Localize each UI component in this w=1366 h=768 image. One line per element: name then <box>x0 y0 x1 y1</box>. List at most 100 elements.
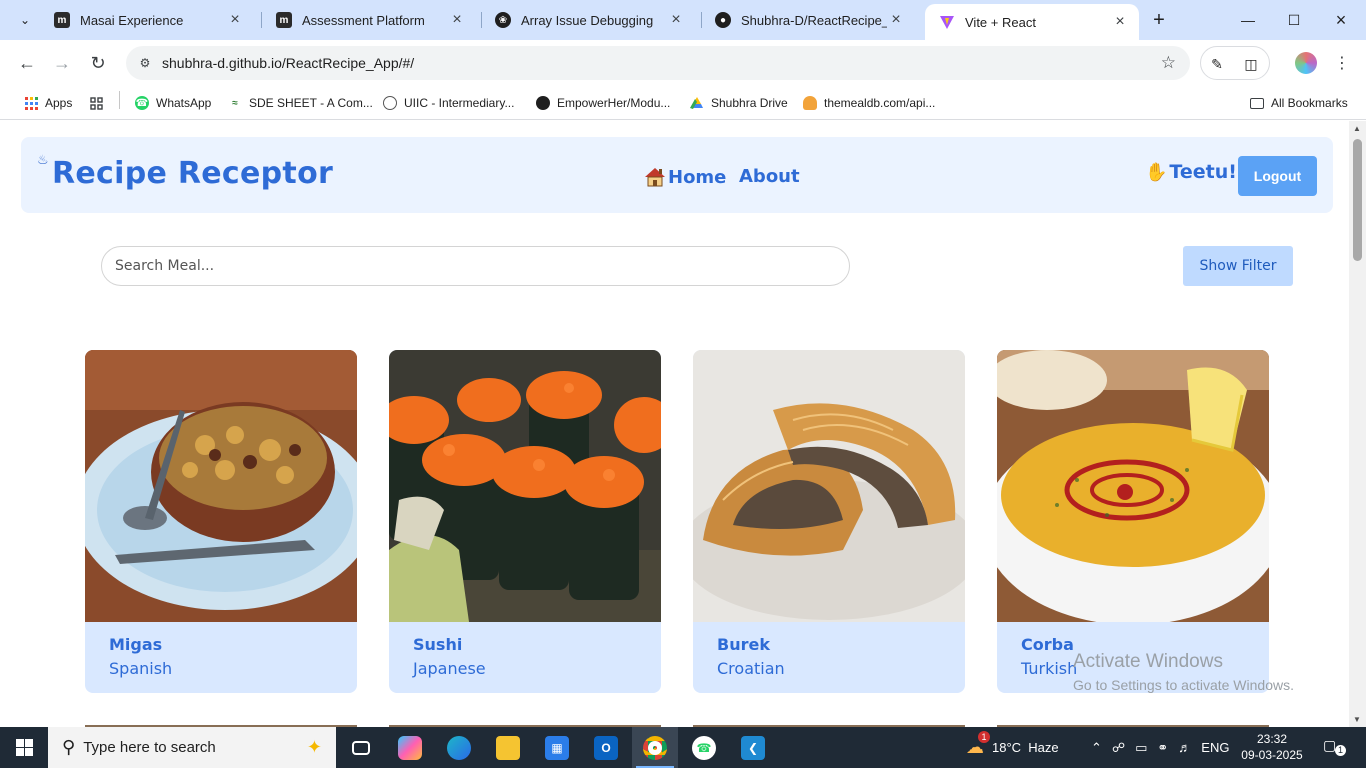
volume-icon[interactable]: ♬ <box>1178 740 1191 755</box>
meal-area: Spanish <box>109 659 173 678</box>
close-icon[interactable]: × <box>667 11 685 29</box>
close-icon[interactable]: × <box>448 11 466 29</box>
chevron-up-icon[interactable]: ⌃ <box>1091 740 1102 756</box>
outlook-app[interactable]: O <box>583 727 629 768</box>
chrome-icon <box>643 735 667 760</box>
all-bookmarks[interactable]: All Bookmarks <box>1250 93 1348 113</box>
maximize-button[interactable]: ☐ <box>1271 0 1317 40</box>
clock[interactable]: 23:32 09-03-2025 <box>1240 731 1304 763</box>
scrollbar-thumb[interactable] <box>1353 139 1362 261</box>
meal-name: Migas <box>109 635 163 654</box>
task-view-icon <box>352 740 370 755</box>
bookmark-empowerher[interactable]: EmpowerHer/Modu... <box>536 93 670 113</box>
masai-icon: m <box>54 12 70 28</box>
tab-vite-react[interactable]: Vite + React × <box>925 4 1139 40</box>
bookmark-whatsapp[interactable]: ☎ WhatsApp <box>135 93 211 113</box>
scroll-up-icon[interactable]: ▲ <box>1353 124 1361 133</box>
tab-array-issue-debugging[interactable]: ❀ Array Issue Debugging × <box>481 4 695 36</box>
notification-center-button[interactable]: ▢ 1 <box>1323 737 1346 759</box>
reload-button[interactable]: ↻ <box>85 50 111 76</box>
meal-card[interactable]: Migas Spanish <box>85 350 357 693</box>
close-icon[interactable]: × <box>1111 13 1129 31</box>
activate-windows-watermark: Activate Windows Go to Settings to activ… <box>1073 651 1294 693</box>
more-menu-icon[interactable]: ⋮ <box>1334 52 1350 74</box>
windows-logo-icon <box>15 739 33 756</box>
minimize-button[interactable]: — <box>1225 0 1271 40</box>
tab-title: Assessment Platform <box>302 12 425 28</box>
task-view-button[interactable] <box>338 727 384 768</box>
site-info-icon[interactable]: ⚙ <box>136 54 154 72</box>
bookmark-shubhra-drive[interactable]: Shubhra Drive <box>690 93 788 113</box>
chef-hat-icon: ♨ <box>37 152 49 167</box>
language-indicator[interactable]: ENG <box>1201 740 1229 755</box>
url-text[interactable]: shubhra-d.github.io/ReactRecipe_App/#/ <box>162 55 414 71</box>
user-greeting: ✋ Teetu! <box>1145 161 1237 183</box>
start-button[interactable] <box>0 727 48 768</box>
bookmarks-divider <box>119 91 120 109</box>
bookmark-tiles[interactable] <box>89 93 110 113</box>
tab-masai-experience[interactable]: m Masai Experience × <box>40 4 254 36</box>
back-button[interactable]: ← <box>14 50 40 76</box>
notification-count: 1 <box>1335 745 1346 756</box>
edge-app[interactable] <box>436 727 482 768</box>
logout-button[interactable]: Logout <box>1238 156 1317 196</box>
close-icon[interactable]: × <box>887 11 905 29</box>
taskbar-search-box[interactable]: ⚲ Type here to search ✦ <box>48 727 336 768</box>
sushi-rolls-image <box>389 350 661 622</box>
chrome-app[interactable] <box>632 727 678 768</box>
search-meal-input[interactable]: Search Meal... <box>101 246 850 286</box>
show-filter-button[interactable]: Show Filter <box>1183 246 1293 286</box>
puzzle-extensions-icon[interactable]: ◫ <box>1241 54 1261 74</box>
tab-title: Shubhra-D/ReactRecipe_Ap <box>741 12 887 28</box>
tab-github-repo[interactable]: ● Shubhra-D/ReactRecipe_Ap × <box>701 4 915 36</box>
meal-icon <box>803 96 817 110</box>
nav-about-link[interactable]: About <box>739 166 800 187</box>
weather-widget[interactable]: ☁ 1 18°C Haze <box>966 727 1059 768</box>
forward-button[interactable]: → <box>49 50 75 76</box>
brand-title[interactable]: Recipe Receptor <box>52 156 333 191</box>
close-window-button[interactable]: × <box>1318 0 1364 40</box>
vscode-icon: ❮ <box>741 735 765 760</box>
pen-extension-icon[interactable]: ✎ <box>1207 54 1227 74</box>
bookmark-label: All Bookmarks <box>1271 96 1348 110</box>
copilot-app[interactable] <box>387 727 433 768</box>
meal-card[interactable]: Sushi Japanese <box>389 350 661 693</box>
meal-name: Corba <box>1021 635 1074 654</box>
bookmark-star-icon[interactable]: ☆ <box>1161 53 1176 73</box>
edge-icon <box>447 735 471 760</box>
meal-card[interactable]: Burek Croatian <box>693 350 965 693</box>
meal-card[interactable]: Corba Turkish <box>997 350 1269 693</box>
whatsapp-app[interactable]: ☎ <box>681 727 727 768</box>
close-icon[interactable]: × <box>226 11 244 29</box>
meal-area: Japanese <box>413 659 486 678</box>
bookmark-uiic[interactable]: UIIC - Intermediary... <box>383 93 514 113</box>
tab-assessment-platform[interactable]: m Assessment Platform × <box>262 4 476 36</box>
tab-title: Vite + React <box>965 14 1036 30</box>
vite-icon <box>939 14 955 30</box>
file-explorer-app[interactable] <box>485 727 531 768</box>
migas-dish-image <box>85 350 357 622</box>
battery-icon[interactable]: ▭ <box>1135 740 1147 756</box>
chevron-down-icon: ⌄ <box>19 13 31 27</box>
bookmark-sde-sheet[interactable]: ≈ SDE SHEET - A Com... <box>228 93 373 113</box>
meal-name: Sushi <box>413 635 463 654</box>
corba-soup-image <box>997 350 1269 622</box>
sde-icon: ≈ <box>232 97 238 109</box>
scroll-down-icon[interactable]: ▼ <box>1353 715 1361 724</box>
tab-search-button[interactable]: ⌄ <box>10 6 40 34</box>
store-app[interactable]: ▦ <box>534 727 580 768</box>
bookmark-label: Shubhra Drive <box>711 96 788 110</box>
address-bar[interactable]: ⚙ shubhra-d.github.io/ReactRecipe_App/#/… <box>126 46 1190 80</box>
bookmark-themealdb[interactable]: themealdb.com/api... <box>803 93 935 113</box>
vscode-app[interactable]: ❮ <box>730 727 776 768</box>
nav-home-link[interactable]: Home <box>644 166 726 188</box>
wifi-icon[interactable]: ⚭ <box>1157 740 1168 756</box>
bookmark-label: WhatsApp <box>156 96 212 110</box>
tab-title: Array Issue Debugging <box>521 12 654 28</box>
bookmark-apps[interactable]: Apps <box>24 93 72 113</box>
page-scrollbar[interactable]: ▲ ▼ <box>1349 121 1366 727</box>
new-tab-button[interactable]: + <box>1147 8 1171 32</box>
browser-toolbar: ← → ↻ ⚙ shubhra-d.github.io/ReactRecipe_… <box>0 40 1366 86</box>
profile-avatar[interactable] <box>1295 52 1317 74</box>
network-icon[interactable]: ☍ <box>1112 740 1125 756</box>
